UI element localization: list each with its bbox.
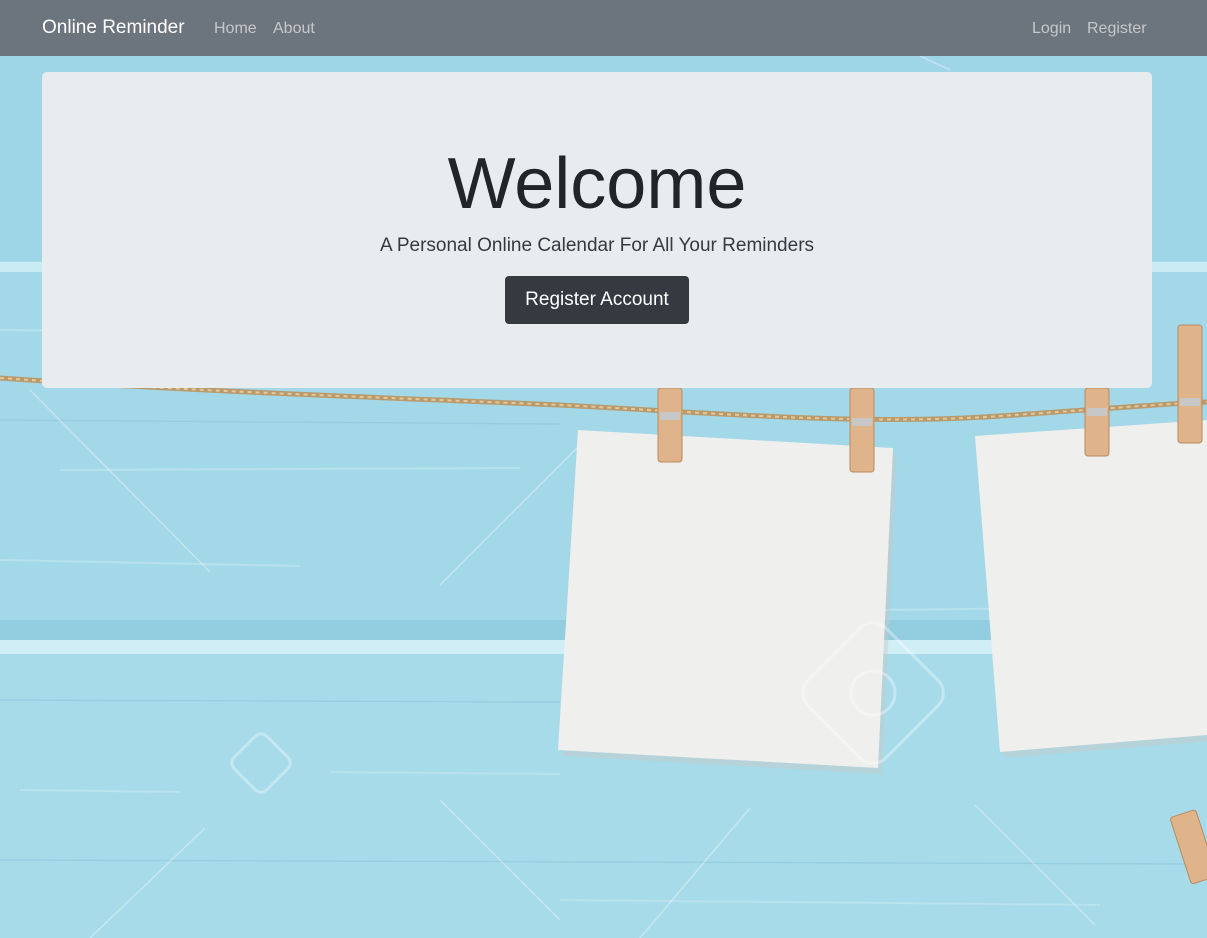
nav-link-about[interactable]: About: [273, 19, 315, 39]
brand-link[interactable]: Online Reminder: [42, 16, 185, 40]
page: Online Reminder Home About Login Registe…: [0, 0, 1207, 938]
hero-title: Welcome: [447, 144, 747, 224]
hero-subtitle: A Personal Online Calendar For All Your …: [379, 235, 815, 256]
hero-jumbotron: Welcome A Personal Online Calendar For A…: [42, 72, 1152, 388]
navbar: Online Reminder Home About Login Registe…: [0, 0, 1207, 56]
nav-link-register[interactable]: Register: [1087, 19, 1147, 39]
register-account-button[interactable]: Register Account: [505, 276, 689, 324]
nav-link-home[interactable]: Home: [214, 19, 257, 39]
nav-link-login[interactable]: Login: [1032, 19, 1071, 39]
